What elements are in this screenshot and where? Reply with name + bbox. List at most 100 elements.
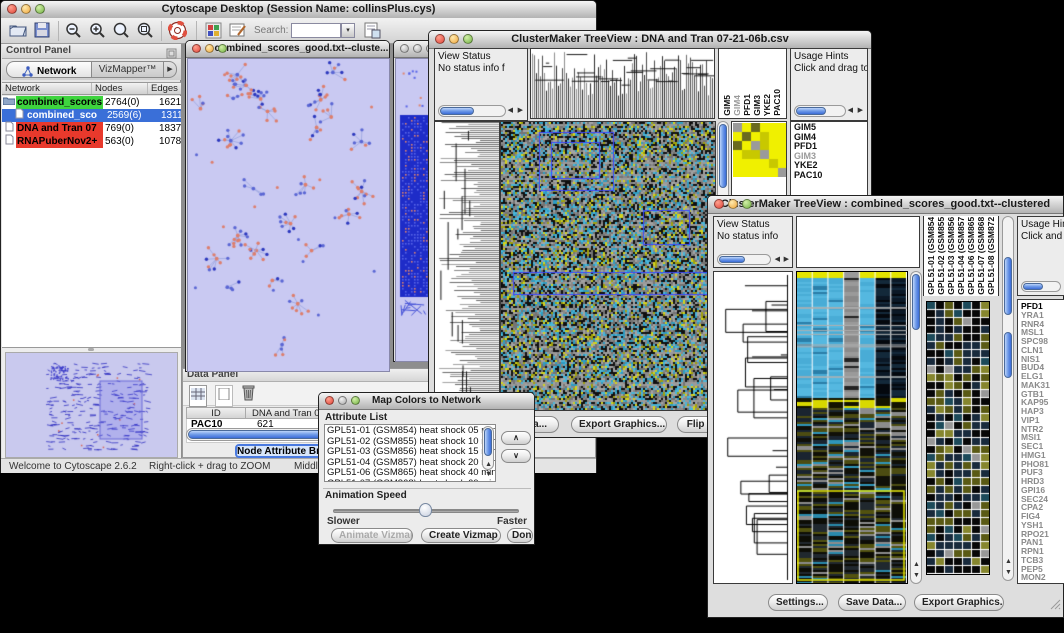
window-controls[interactable] — [714, 199, 752, 209]
zoom-fit-icon[interactable] — [137, 22, 154, 44]
network-row[interactable]: RNAPuberNov2+ 563(0) 107847(0) — [2, 135, 181, 148]
move-up-button[interactable]: ∧ — [501, 431, 531, 445]
minimize-button[interactable] — [449, 34, 459, 44]
network-name: combined_scores — [16, 96, 103, 109]
tv1-row-dendrogram — [434, 121, 500, 411]
search-dropdown-button[interactable]: ▾ — [341, 23, 355, 38]
slider-thumb[interactable] — [419, 503, 432, 517]
zoom-button[interactable] — [742, 199, 752, 209]
save-icon[interactable] — [34, 22, 50, 43]
tv2-collabel-list[interactable]: GPL51-01 (GSM854)GPL51-02 (GSM855)GPL51-… — [926, 217, 996, 295]
scroll-up-arrow[interactable]: ▲ — [1005, 558, 1012, 566]
window-controls[interactable] — [435, 34, 473, 44]
zoom-button[interactable] — [351, 396, 360, 405]
scroll-right-arrow[interactable]: ▶ — [784, 256, 789, 264]
help-lifebuoy-icon[interactable] — [168, 21, 187, 45]
minimize-button[interactable] — [205, 44, 214, 53]
scroll-down-arrow[interactable]: ▼ — [1005, 569, 1012, 577]
close-button[interactable] — [435, 34, 445, 44]
tv2-heatmap-vscrollbar[interactable]: ▲ ▼ — [910, 271, 922, 584]
scroll-left-arrow[interactable]: ◀ — [508, 107, 513, 115]
scroll-left-arrow[interactable]: ◀ — [775, 256, 780, 264]
data-col-id[interactable]: ID — [187, 408, 246, 418]
tv1-rowtree-canvas[interactable] — [435, 122, 499, 410]
col-nodes[interactable]: Nodes — [92, 83, 148, 94]
tv2-usage-hints: Usage Hints Click and drag to — [1017, 216, 1064, 296]
network-canvas[interactable] — [187, 58, 390, 372]
delete-attribute-icon[interactable] — [241, 384, 256, 406]
zoom-selected-icon[interactable] — [113, 22, 130, 44]
tv2-heatmap-canvas[interactable] — [797, 272, 907, 583]
move-down-button[interactable]: ∨ — [501, 449, 531, 463]
search-input[interactable] — [291, 23, 341, 38]
network-edges: 13112(15) — [159, 109, 181, 122]
tv1-coltree-canvas[interactable] — [531, 49, 714, 118]
network-view-titlebar[interactable]: combined_scores_good.txt--cluste... — [186, 41, 389, 58]
tv1-export-graphics-button[interactable]: Export Graphics... — [571, 416, 667, 433]
zoom-button[interactable] — [463, 34, 473, 44]
zoom-button[interactable] — [218, 44, 227, 53]
zoom-in-icon[interactable] — [89, 22, 106, 44]
birdseye-canvas[interactable] — [5, 352, 178, 458]
minimize-button[interactable] — [21, 4, 31, 14]
treeview1-titlebar[interactable]: ClusterMaker TreeView : DNA and Tran 07-… — [429, 31, 871, 49]
col-edges[interactable]: Edges — [148, 83, 181, 94]
tab-vizmapper[interactable]: VizMapper™ — [92, 61, 164, 78]
tv1-status-scrollbar[interactable] — [438, 105, 506, 117]
tv2-hints-scrollbar[interactable] — [1021, 281, 1061, 292]
scroll-up-arrow[interactable]: ▲ — [913, 561, 920, 569]
tv2-settings-button[interactable]: Settings... — [768, 594, 828, 611]
tv2-right-vscrollbar[interactable]: ▲ ▼ — [1002, 216, 1014, 581]
scroll-down-arrow[interactable]: ▼ — [913, 572, 920, 580]
scroll-right-arrow[interactable]: ▶ — [518, 107, 523, 115]
tv2-status-scrollbar[interactable] — [717, 254, 771, 265]
scroll-up-arrow[interactable]: ▲ — [485, 461, 492, 469]
tab-network[interactable]: Network — [6, 61, 92, 78]
window-controls[interactable] — [7, 4, 45, 14]
close-button[interactable] — [714, 199, 724, 209]
treeview2-titlebar[interactable]: ClusterMaker TreeView : combined_scores_… — [708, 196, 1063, 214]
network-row-selected[interactable]: combined_sco 2569(6) 13112(15) — [2, 109, 181, 122]
tv2-rowtree-canvas[interactable] — [714, 272, 792, 583]
tv1-collabel-list[interactable]: GIM5GIM4PFD1GIM3YKE2PAC10 — [722, 50, 782, 116]
tv2-export-graphics-button[interactable]: Export Graphics... — [914, 594, 1004, 611]
create-vizmap-button[interactable]: Create Vizmap — [421, 528, 501, 543]
tv1-mini-canvas[interactable] — [733, 123, 787, 177]
dialog-titlebar[interactable]: Map Colors to Network — [319, 393, 534, 410]
network-row[interactable]: DNA and Tran 07 769(0) 183728(0) — [2, 122, 181, 135]
network-row[interactable]: combined_scores 2764(0) 16218(0) — [2, 96, 181, 109]
tv1-gene-list[interactable]: GIM5GIM4PFD1GIM3YKE2PAC10 — [794, 123, 822, 180]
attribute-table-icon[interactable] — [189, 385, 207, 407]
window-controls[interactable] — [192, 44, 227, 53]
tab-more-button[interactable]: ▶ — [164, 61, 177, 78]
tv1-hints-scrollbar[interactable] — [794, 105, 846, 117]
scroll-left-arrow[interactable]: ◀ — [848, 107, 853, 115]
window-controls[interactable] — [325, 396, 360, 405]
done-button[interactable]: Done — [507, 528, 533, 543]
minimize-button[interactable] — [413, 44, 422, 53]
scroll-down-arrow[interactable]: ▼ — [485, 471, 492, 479]
tv2-subheat-canvas[interactable] — [927, 302, 989, 574]
close-button[interactable] — [7, 4, 17, 14]
minimize-button[interactable] — [728, 199, 738, 209]
attribute-list[interactable]: GPL51-01 (GSM854) heat shock 05 minGPL51… — [325, 425, 495, 482]
map-colors-dialog: Map Colors to Network Attribute List GPL… — [318, 392, 535, 545]
tv2-save-data-button[interactable]: Save Data... — [838, 594, 906, 611]
close-button[interactable] — [192, 44, 201, 53]
new-attribute-icon[interactable] — [215, 385, 233, 407]
main-titlebar[interactable]: Cytoscape Desktop (Session Name: collins… — [1, 1, 596, 19]
minimize-button[interactable] — [338, 396, 347, 405]
zoom-button[interactable] — [35, 4, 45, 14]
attribute-listbox[interactable]: GPL51-01 (GSM854) heat shock 05 minGPL51… — [324, 424, 496, 482]
tv2-gene-list[interactable]: PFD1YRA1RNR4MSL1SPC98CLN1NIS1BUD4ELG1MAK… — [1021, 302, 1050, 582]
scroll-right-arrow[interactable]: ▶ — [858, 107, 863, 115]
tv1-column-labels: GIM5GIM4PFD1GIM3YKE2PAC10 — [718, 48, 787, 119]
zoom-out-icon[interactable] — [65, 22, 82, 44]
open-folder-icon[interactable] — [9, 22, 27, 43]
col-network[interactable]: Network — [2, 83, 92, 94]
close-button[interactable] — [400, 44, 409, 53]
animate-vizmap-button[interactable]: Animate Vizmap — [331, 528, 413, 543]
close-button[interactable] — [325, 396, 334, 405]
tv1-heatmap-canvas[interactable] — [501, 122, 715, 410]
resize-grip[interactable] — [1049, 597, 1061, 615]
